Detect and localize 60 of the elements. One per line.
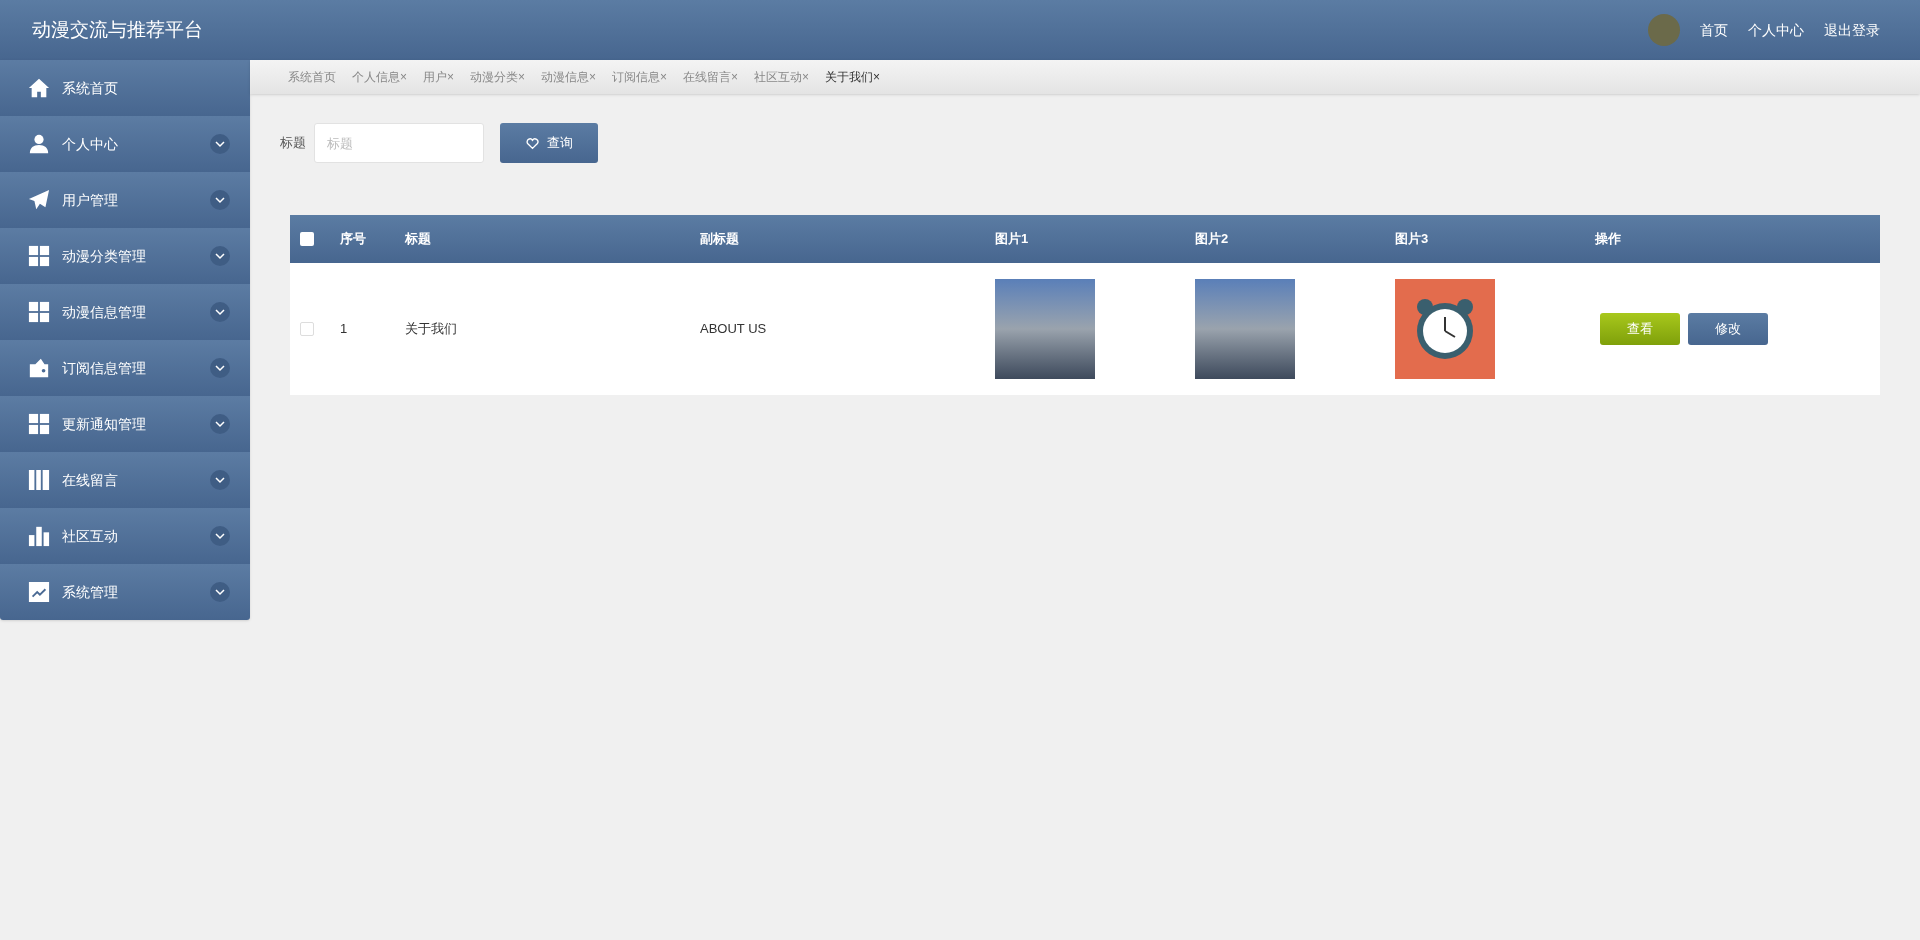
chevron-down-icon [210,358,230,378]
chevron-down-icon [210,246,230,266]
column-header: 副标题 [700,231,739,247]
select-all-checkbox[interactable] [300,232,314,246]
header-link[interactable]: 退出登录 [1824,19,1880,41]
page-tab[interactable]: 用户× [423,68,455,86]
table-cell: ABOUT US [700,321,767,337]
wallet-icon [28,357,50,379]
chevron-down-icon [210,414,230,434]
search-field[interactable]: 标题 [314,123,484,163]
column-header: 图片1 [995,231,1029,247]
search-label: 标题 [280,134,306,153]
page-tab[interactable]: 系统首页 [288,68,336,86]
row-checkbox[interactable] [300,322,314,336]
page-tab[interactable]: 订阅信息× [612,68,668,86]
sidebar-item[interactable]: 在线留言 [0,452,250,508]
sidebar-item[interactable]: 个人中心 [0,116,250,172]
page-tab[interactable]: 动漫分类× [470,68,526,86]
user-icon [28,133,50,155]
grid-icon [28,245,50,267]
chevron-down-icon [210,470,230,490]
search-button[interactable]: 查询 [500,123,598,163]
page-tab[interactable]: 在线留言× [683,68,739,86]
chevron-down-icon [210,526,230,546]
column-header: 操作 [1595,231,1621,247]
app-title: 动漫交流与推荐平台 [32,17,203,42]
home-icon [28,77,50,99]
bar-chart-icon [28,525,50,547]
line-chart-icon [28,581,50,603]
column-header: 图片2 [1195,231,1229,247]
page-tab[interactable]: 个人信息× [352,68,407,86]
column-header: 图片3 [1395,231,1429,247]
column-header: 序号 [340,231,366,247]
edit-button[interactable]: 修改 [1688,313,1768,345]
page-tab[interactable]: 社区互动× [754,68,810,86]
heart-icon [525,136,539,150]
chevron-down-icon [210,134,230,154]
column-header: 标题 [405,231,431,247]
sidebar-item[interactable]: 系统首页 [0,60,250,116]
table-cell: 1 [340,321,348,337]
chevron-down-icon [210,302,230,322]
sidebar-item[interactable]: 动漫分类管理 [0,228,250,284]
sidebar-item[interactable]: 用户管理 [0,172,250,228]
grid-icon [28,413,50,435]
chevron-down-icon [210,582,230,602]
book-icon [28,469,50,491]
page-tab[interactable]: 动漫信息× [541,68,597,86]
sidebar-item[interactable]: 订阅信息管理 [0,340,250,396]
header-link[interactable]: 首页 [1700,19,1728,41]
grid-icon [28,301,50,323]
sidebar-item[interactable]: 动漫信息管理 [0,284,250,340]
avatar[interactable] [1648,14,1680,46]
header-link[interactable]: 个人中心 [1748,19,1804,41]
sidebar-item[interactable]: 社区互动 [0,508,250,564]
sidebar-item[interactable]: 系统管理 [0,564,250,620]
chevron-down-icon [210,190,230,210]
table-cell: 关于我们 [405,321,457,337]
sidebar-item[interactable]: 更新通知管理 [0,396,250,452]
paper-plane-icon [28,189,50,211]
page-tab[interactable]: 关于我们× [825,68,881,86]
